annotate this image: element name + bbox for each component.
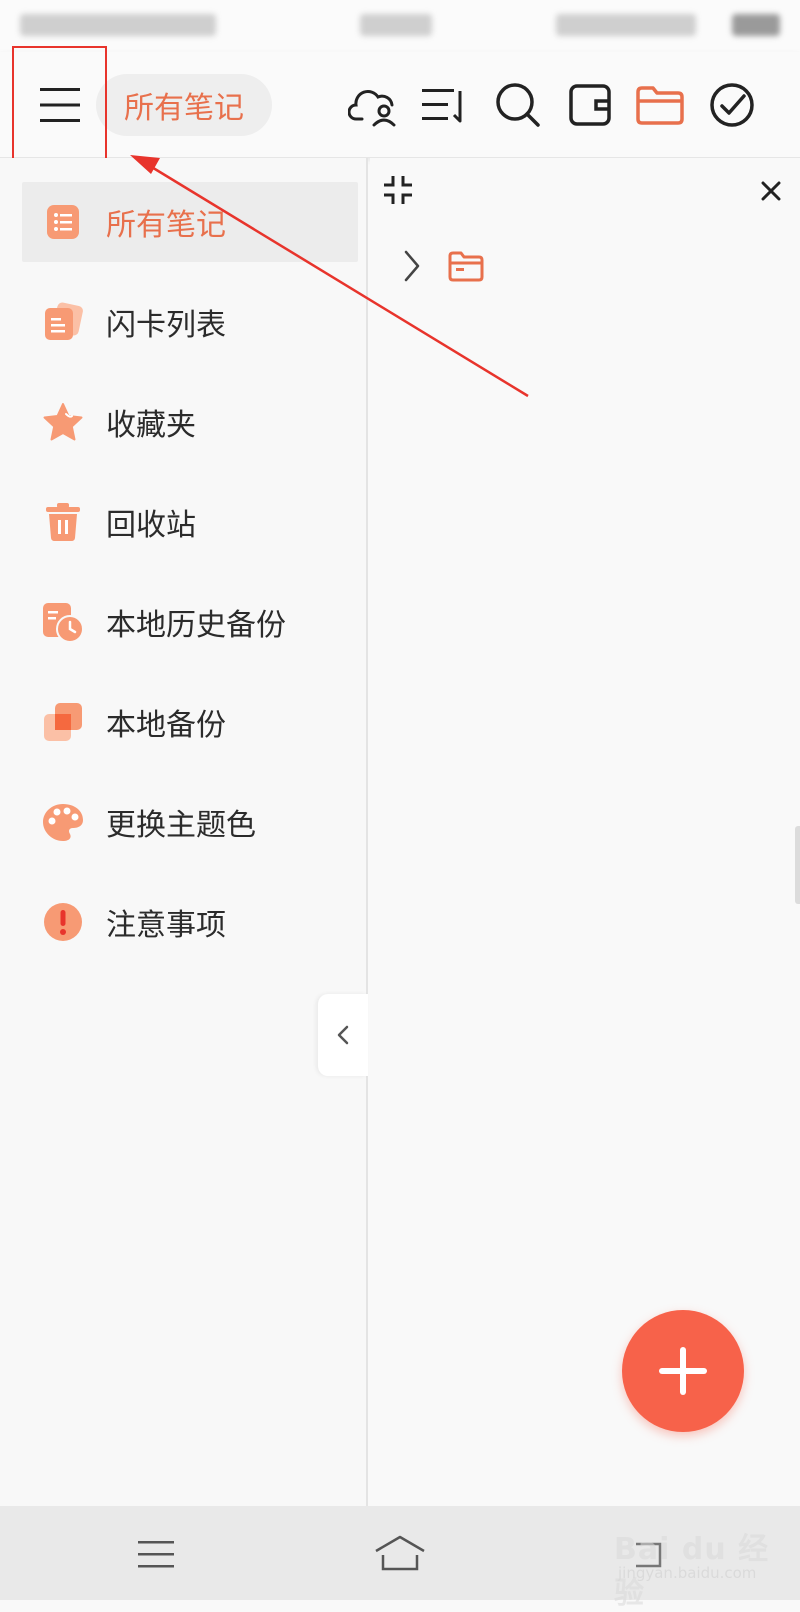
baidu-jingyan-watermark: Bai du 经验 jingyan.baidu.com <box>614 1524 794 1611</box>
folder-tree-panel <box>370 158 800 1506</box>
history-backup-icon <box>40 599 86 645</box>
drawer-item-notes-warning[interactable]: 注意事项 <box>22 882 358 962</box>
drawer-item-label: 本地历史备份 <box>106 608 286 643</box>
drawer-item-label: 本地备份 <box>106 708 226 743</box>
add-note-button[interactable] <box>622 1310 744 1432</box>
warning-icon <box>40 899 86 945</box>
flashcard-icon <box>40 299 86 345</box>
status-indicators-blur <box>556 14 696 36</box>
check-circle-icon <box>710 83 754 127</box>
trash-icon <box>40 499 86 545</box>
drawer-item-flashcards[interactable]: 闪卡列表 <box>22 282 358 362</box>
status-bar <box>0 0 800 52</box>
folder-view-button[interactable] <box>630 75 690 135</box>
folder-tree-row[interactable] <box>394 246 514 286</box>
plus-icon <box>659 1347 707 1395</box>
note-list-icon <box>40 199 86 245</box>
star-icon <box>40 399 86 445</box>
cloud-sync-button[interactable] <box>344 75 404 135</box>
status-carrier-blur <box>20 14 216 36</box>
cloud-user-icon <box>348 90 396 127</box>
drawer-item-all-notes[interactable]: 所有笔记 <box>22 182 358 262</box>
drawer-item-label: 注意事项 <box>106 908 226 943</box>
palette-icon <box>40 799 86 845</box>
folder-icon <box>448 251 484 282</box>
nav-menu-icon <box>138 1541 174 1568</box>
drawer-item-local-backup[interactable]: 本地备份 <box>22 682 358 762</box>
notebook-icon <box>569 84 611 126</box>
drawer-item-theme-color[interactable]: 更换主题色 <box>22 782 358 862</box>
nav-menu-button[interactable] <box>126 1524 186 1584</box>
hamburger-menu-icon <box>40 88 80 122</box>
status-time-blur <box>360 14 432 36</box>
folder-icon <box>636 86 684 125</box>
sort-icon <box>422 89 462 123</box>
navigation-drawer: 所有笔记 闪卡列表 收藏夹 回收站 本地历史备份 本地备份 更换主题色 注意事项 <box>0 158 368 1506</box>
drawer-item-label: 回收站 <box>106 508 196 543</box>
collapse-all-button[interactable] <box>382 174 414 206</box>
home-icon <box>375 1535 425 1571</box>
hamburger-menu-button[interactable] <box>14 52 106 158</box>
drawer-item-favorites[interactable]: 收藏夹 <box>22 382 358 462</box>
chevron-right-icon <box>404 250 420 282</box>
notebook-button[interactable] <box>560 75 620 135</box>
search-icon <box>496 83 540 127</box>
app-header: 所有笔记 <box>0 52 800 158</box>
close-icon <box>761 181 781 201</box>
edge-swipe-handle[interactable] <box>795 826 800 904</box>
chevron-left-icon <box>337 1025 349 1045</box>
todo-button[interactable] <box>702 75 762 135</box>
drawer-item-local-history-backup[interactable]: 本地历史备份 <box>22 582 358 662</box>
folder-title-pill[interactable]: 所有笔记 <box>96 74 272 136</box>
watermark-sub-text: jingyan.baidu.com <box>618 1564 757 1582</box>
close-panel-button[interactable] <box>760 180 784 204</box>
drawer-item-trash[interactable]: 回收站 <box>22 482 358 562</box>
drawer-item-label: 所有笔记 <box>106 208 226 243</box>
sort-button[interactable] <box>414 75 474 135</box>
collapse-drawer-button[interactable] <box>318 994 368 1076</box>
page-title: 所有笔记 <box>124 91 244 126</box>
search-button[interactable] <box>488 75 548 135</box>
nav-home-button[interactable] <box>370 1524 430 1584</box>
drawer-item-label: 更换主题色 <box>106 808 256 843</box>
drawer-item-label: 闪卡列表 <box>106 308 226 343</box>
status-battery-blur <box>732 14 780 36</box>
drawer-item-label: 收藏夹 <box>106 408 196 443</box>
collapse-arrows-icon <box>384 176 412 204</box>
backup-icon <box>40 699 86 745</box>
